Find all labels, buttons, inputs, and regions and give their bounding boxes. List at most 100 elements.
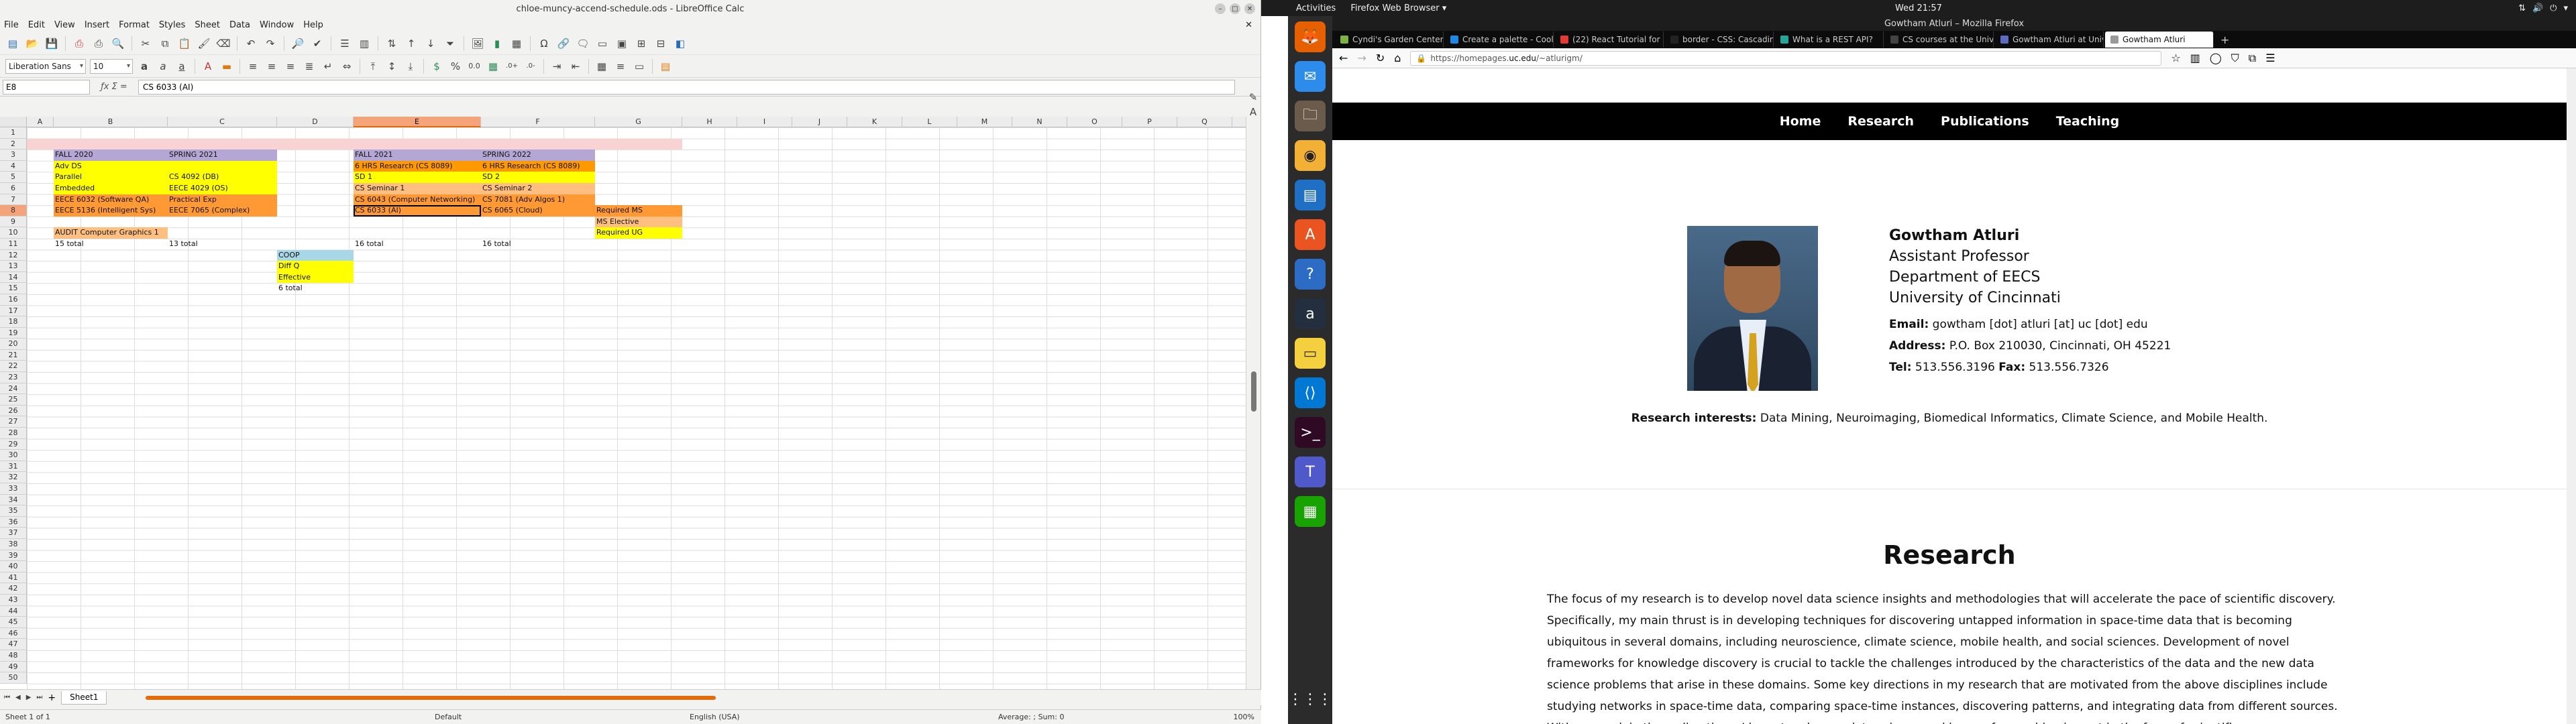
clock[interactable]: Wed 21:57	[1261, 3, 2576, 13]
next-sheet-icon[interactable]: ▶	[26, 694, 32, 701]
column-header-q[interactable]: Q	[1177, 117, 1232, 127]
cell-c11[interactable]: 13 total	[168, 239, 277, 250]
cell-c6[interactable]: EECE 4029 (OS)	[168, 183, 277, 194]
bookmark-star-icon[interactable]: ☆	[2171, 52, 2180, 64]
activities-button[interactable]: Activities	[1296, 3, 1336, 13]
font-color-icon[interactable]: A	[201, 59, 215, 74]
row-header-46[interactable]: 46	[0, 627, 27, 640]
vertical-scrollbar[interactable]	[1246, 117, 1260, 689]
row-header-1[interactable]: 1	[0, 127, 27, 139]
nav-link-home[interactable]: Home	[1780, 114, 1821, 129]
cell-g10[interactable]: Required UG	[595, 227, 682, 239]
merge-center-icon[interactable]: ⇔	[339, 59, 354, 74]
cell-b7[interactable]: EECE 6032 (Software QA)	[54, 194, 168, 206]
app-menu[interactable]: Firefox Web Browser ▾	[1350, 3, 1446, 13]
delete-decimal-icon[interactable]: .0-	[523, 59, 538, 74]
new-icon[interactable]: ▤	[5, 36, 20, 51]
sort-icon[interactable]: ⇅	[384, 36, 399, 51]
highlight-color-icon[interactable]: ▬	[219, 59, 234, 74]
row-header-50[interactable]: 50	[0, 672, 27, 684]
column-header-f[interactable]: F	[481, 117, 595, 127]
row-header-7[interactable]: 7	[0, 194, 27, 206]
cell-b6[interactable]: Embedded	[54, 183, 168, 194]
menu-item-format[interactable]: Format	[119, 20, 150, 30]
column-header-e[interactable]: E	[354, 117, 481, 127]
print-icon[interactable]: ⎙	[91, 36, 106, 51]
cell-f6[interactable]: CS Seminar 2	[481, 183, 595, 194]
row-header-9[interactable]: 9	[0, 216, 27, 228]
align-left-icon[interactable]: ≡	[246, 59, 260, 74]
date-format-icon[interactable]: ▦	[486, 59, 500, 74]
row-header-25[interactable]: 25	[0, 394, 27, 406]
back-icon[interactable]: ←	[1339, 52, 1348, 64]
row-header-23[interactable]: 23	[0, 372, 27, 383]
cell-e8[interactable]: CS 6033 (AI)	[354, 205, 481, 217]
row-header-29[interactable]: 29	[0, 438, 27, 450]
add-sheet-icon[interactable]: +	[48, 692, 56, 703]
row-icon[interactable]: ☰	[337, 36, 352, 51]
define-print-area-icon[interactable]: ▣	[614, 36, 629, 51]
row-header-19[interactable]: 19	[0, 327, 27, 339]
row-header-36[interactable]: 36	[0, 516, 27, 528]
row-header-14[interactable]: 14	[0, 272, 27, 284]
row-header-34[interactable]: 34	[0, 494, 27, 506]
cell-e11[interactable]: 16 total	[354, 239, 481, 250]
insert-chart-icon[interactable]: ▮	[490, 36, 504, 51]
comment-icon[interactable]: 🗨	[576, 36, 590, 51]
close-icon[interactable]: ✕	[1244, 3, 1255, 14]
redo-icon[interactable]: ↷	[263, 36, 278, 51]
bold-icon[interactable]: a	[137, 59, 152, 74]
library-icon[interactable]: ▥	[2190, 52, 2200, 64]
browser-tab[interactable]: (22) React Tutorial for B	[1555, 32, 1664, 48]
cell-c7[interactable]: Practical Exp	[168, 194, 277, 206]
cell-e5[interactable]: SD 1	[354, 172, 481, 183]
row-header-12[interactable]: 12	[0, 249, 27, 261]
cell-c8[interactable]: EECE 7065 (Complex)	[168, 205, 277, 217]
split-window-icon[interactable]: ⊟	[653, 36, 668, 51]
row-header-49[interactable]: 49	[0, 661, 27, 673]
cell-f11[interactable]: 16 total	[481, 239, 595, 250]
row-header-10[interactable]: 10	[0, 227, 27, 239]
cell-grid[interactable]: FALL 2020 SPRING 2021 FALL 2021 SPRING 2022…	[27, 127, 1246, 689]
browser-tab[interactable]: What is a REST API?	[1775, 32, 1884, 48]
borders-icon[interactable]: ▦	[594, 59, 609, 74]
wrap-text-icon[interactable]: ↵	[321, 59, 335, 74]
vscode-icon[interactable]: ⟨⟩	[1295, 377, 1326, 408]
row-header-35[interactable]: 35	[0, 505, 27, 517]
copy-icon[interactable]: ⧉	[158, 36, 172, 51]
row-header-27[interactable]: 27	[0, 416, 27, 428]
teams-icon[interactable]: T	[1295, 457, 1326, 487]
column-header-n[interactable]: N	[1012, 117, 1067, 127]
row-header-16[interactable]: 16	[0, 294, 27, 306]
row-header-6[interactable]: 6	[0, 182, 27, 194]
rhythmbox-icon[interactable]: ◉	[1295, 140, 1326, 171]
cell-c5[interactable]: CS 4092 (DB)	[168, 172, 277, 183]
cell-g9[interactable]: MS Elective	[595, 216, 682, 228]
align-bottom-icon[interactable]: ⤓	[403, 59, 418, 74]
cell-e6[interactable]: CS Seminar 1	[354, 183, 481, 194]
currency-format-icon[interactable]: $	[429, 59, 444, 74]
cell-e7[interactable]: CS 6043 (Computer Networking)	[354, 194, 481, 206]
amazon-icon[interactable]: a	[1295, 298, 1326, 329]
column-header-l[interactable]: L	[902, 117, 957, 127]
row-header-45[interactable]: 45	[0, 617, 27, 628]
first-sheet-icon[interactable]: ⏮	[4, 694, 10, 701]
row-header-39[interactable]: 39	[0, 550, 27, 562]
sort-descending-icon[interactable]: ↓	[423, 36, 438, 51]
row-header-5[interactable]: 5	[0, 172, 27, 183]
pocket-icon[interactable]: ⛉	[2231, 52, 2239, 65]
home-icon[interactable]: ⌂	[1394, 52, 1401, 64]
notes-icon[interactable]: ▭	[1295, 338, 1326, 369]
border-color-icon[interactable]: ▭	[632, 59, 647, 74]
column-header-o[interactable]: O	[1067, 117, 1122, 127]
percent-format-icon[interactable]: %	[448, 59, 463, 74]
menu-item-data[interactable]: Data	[229, 20, 250, 30]
cell-f4[interactable]: 6 HRS Research (CS 8089)	[481, 160, 595, 172]
browser-tab[interactable]: Cyndi's Garden Center	[1335, 32, 1444, 48]
properties-icon[interactable]: ✎	[1246, 90, 1260, 105]
terminal-icon[interactable]: >_	[1295, 417, 1326, 448]
cell-b10[interactable]: AUDIT Computer Graphics 1	[54, 227, 168, 239]
row-header-33[interactable]: 33	[0, 483, 27, 495]
row-header-41[interactable]: 41	[0, 572, 27, 584]
cell-d12[interactable]: COOP	[277, 249, 354, 261]
